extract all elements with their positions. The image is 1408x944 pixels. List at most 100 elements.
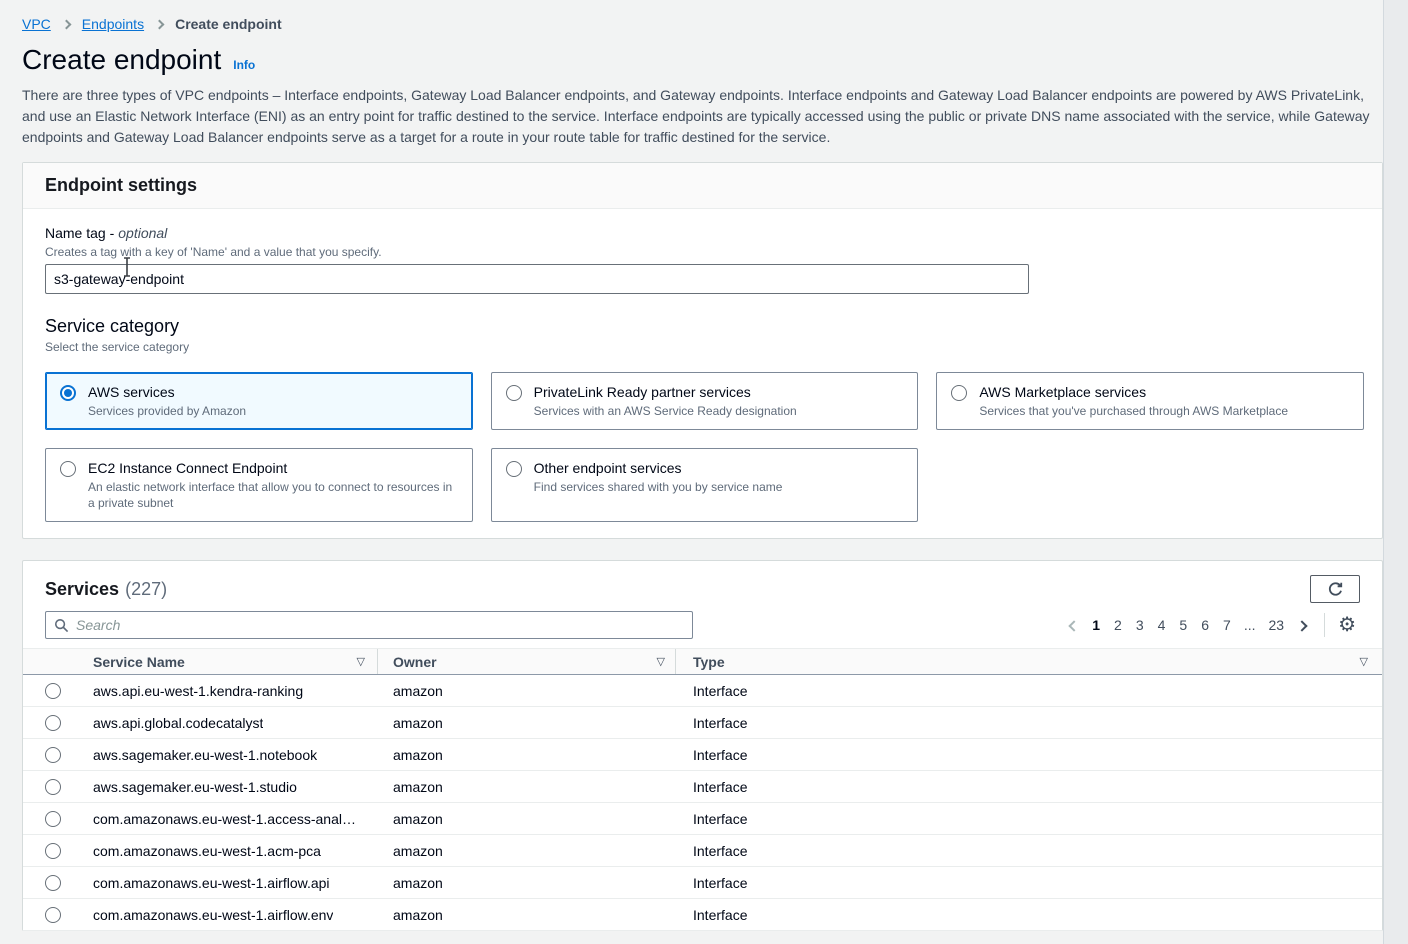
name-tag-label: Name tag -optional — [45, 225, 1360, 241]
search-box[interactable] — [45, 611, 693, 639]
endpoint-settings-panel: Endpoint settings Name tag -optional Cre… — [22, 162, 1383, 539]
cell-type: Interface — [693, 843, 747, 859]
endpoint-settings-header: Endpoint settings — [23, 163, 1382, 209]
cell-service-name: aws.sagemaker.eu-west-1.notebook — [93, 747, 317, 763]
row-radio[interactable] — [45, 715, 61, 731]
radio-checked-icon[interactable] — [60, 385, 76, 401]
filter-icon[interactable]: ▽ — [1360, 655, 1368, 668]
pagination-page-2[interactable]: 2 — [1107, 615, 1129, 635]
chevron-right-icon — [1296, 620, 1307, 631]
pagination-page-5[interactable]: 5 — [1172, 615, 1194, 635]
tile-title: Other endpoint services — [534, 460, 783, 476]
info-link[interactable]: Info — [233, 58, 255, 72]
column-label: Service Name — [93, 654, 185, 670]
pagination-prev-button[interactable] — [1063, 615, 1085, 635]
table-row[interactable]: aws.api.eu-west-1.kendra-ranking amazon … — [23, 675, 1382, 707]
breadcrumb: VPC Endpoints Create endpoint — [22, 16, 1383, 32]
table-row[interactable]: com.amazonaws.eu-west-1.airflow.api amaz… — [23, 867, 1382, 899]
preferences-gear-icon[interactable]: ⚙ — [1334, 615, 1360, 635]
table-row[interactable]: com.amazonaws.eu-west-1.airflow.env amaz… — [23, 899, 1382, 931]
cell-type: Interface — [693, 715, 747, 731]
pagination-page-7[interactable]: 7 — [1216, 615, 1238, 635]
tile-aws-services[interactable]: AWS services Services provided by Amazon — [45, 372, 473, 430]
column-label: Owner — [393, 654, 437, 670]
filter-icon[interactable]: ▽ — [657, 655, 665, 668]
toolbar-divider — [1324, 613, 1325, 637]
scrollbar-track[interactable] — [1383, 0, 1408, 944]
cell-owner: amazon — [393, 843, 443, 859]
tile-description: Find services shared with you by service… — [534, 479, 783, 495]
cell-owner: amazon — [393, 779, 443, 795]
tile-ec2-instance-connect-endpoint[interactable]: EC2 Instance Connect Endpoint An elastic… — [45, 448, 473, 522]
filter-icon[interactable]: ▽ — [357, 655, 365, 668]
row-radio[interactable] — [45, 779, 61, 795]
row-radio[interactable] — [45, 843, 61, 859]
cell-owner: amazon — [393, 811, 443, 827]
radio-icon[interactable] — [506, 461, 522, 477]
endpoint-settings-title: Endpoint settings — [45, 175, 1360, 196]
table-row[interactable]: aws.sagemaker.eu-west-1.studio amazon In… — [23, 771, 1382, 803]
pagination-page-6[interactable]: 6 — [1194, 615, 1216, 635]
row-radio[interactable] — [45, 907, 61, 923]
radio-icon[interactable] — [951, 385, 967, 401]
pagination-page-4[interactable]: 4 — [1151, 615, 1173, 635]
pagination-page-1[interactable]: 1 — [1085, 615, 1107, 635]
chevron-left-icon — [1069, 620, 1080, 631]
name-tag-help-text: Creates a tag with a key of 'Name' and a… — [45, 245, 1360, 259]
cell-owner: amazon — [393, 683, 443, 699]
tile-other-endpoint-services[interactable]: Other endpoint services Find services sh… — [491, 448, 919, 522]
row-radio[interactable] — [45, 683, 61, 699]
refresh-icon — [1327, 581, 1344, 598]
cell-service-name: aws.api.eu-west-1.kendra-ranking — [93, 683, 303, 699]
tile-title: PrivateLink Ready partner services — [534, 384, 797, 400]
breadcrumb-link-vpc[interactable]: VPC — [22, 16, 51, 32]
tile-description: Services with an AWS Service Ready desig… — [534, 403, 797, 419]
tile-aws-marketplace-services[interactable]: AWS Marketplace services Services that y… — [936, 372, 1364, 430]
tile-title: EC2 Instance Connect Endpoint — [88, 460, 458, 476]
tile-privatelink-partner-services[interactable]: PrivateLink Ready partner services Servi… — [491, 372, 919, 430]
table-row[interactable]: aws.sagemaker.eu-west-1.notebook amazon … — [23, 739, 1382, 771]
cell-type: Interface — [693, 683, 747, 699]
services-table: Service Name ▽ Owner ▽ Type ▽ aws.api.eu… — [23, 648, 1382, 931]
name-tag-optional-text: optional — [118, 225, 167, 241]
cell-type: Interface — [693, 907, 747, 923]
tile-description: An elastic network interface that allow … — [88, 479, 458, 511]
breadcrumb-link-endpoints[interactable]: Endpoints — [82, 16, 144, 32]
cell-owner: amazon — [393, 715, 443, 731]
table-row[interactable]: aws.api.global.codecatalyst amazon Inter… — [23, 707, 1382, 739]
pagination-page-3[interactable]: 3 — [1129, 615, 1151, 635]
tile-description: Services provided by Amazon — [88, 403, 246, 419]
radio-icon[interactable] — [506, 385, 522, 401]
column-header-owner[interactable]: Owner ▽ — [378, 649, 676, 674]
refresh-button[interactable] — [1310, 575, 1360, 603]
table-header-row: Service Name ▽ Owner ▽ Type ▽ — [23, 648, 1382, 675]
page-title: Create endpoint — [22, 44, 221, 76]
endpoint-settings-body: Name tag -optional Creates a tag with a … — [23, 209, 1382, 538]
service-category-group: Service category Select the service cate… — [45, 316, 1360, 522]
pagination-page-23[interactable]: 23 — [1261, 615, 1291, 635]
table-row[interactable]: com.amazonaws.eu-west-1.acm-pca amazon I… — [23, 835, 1382, 867]
radio-icon[interactable] — [60, 461, 76, 477]
column-label: Type — [693, 654, 725, 670]
cell-owner: amazon — [393, 747, 443, 763]
cell-service-name: com.amazonaws.eu-west-1.acm-pca — [93, 843, 321, 859]
table-row[interactable]: com.amazonaws.eu-west-1.access-anal… ama… — [23, 803, 1382, 835]
cell-type: Interface — [693, 811, 747, 827]
services-toolbar: 1 2 3 4 5 6 7 ... 23 ⚙ — [23, 611, 1382, 639]
breadcrumb-current: Create endpoint — [175, 16, 282, 32]
page-header: Create endpoint Info — [22, 44, 1383, 76]
breadcrumb-separator-icon — [61, 19, 71, 29]
pagination-ellipsis: ... — [1238, 615, 1262, 635]
services-title: Services — [45, 579, 119, 599]
column-header-service-name[interactable]: Service Name ▽ — [93, 649, 378, 674]
cell-service-name: aws.sagemaker.eu-west-1.studio — [93, 779, 297, 795]
name-tag-input[interactable] — [45, 264, 1029, 294]
service-category-description: Select the service category — [45, 340, 1360, 354]
column-header-type[interactable]: Type ▽ — [676, 654, 1382, 670]
search-input[interactable] — [76, 617, 684, 633]
cell-service-name: com.amazonaws.eu-west-1.airflow.api — [93, 875, 330, 891]
row-radio[interactable] — [45, 875, 61, 891]
row-radio[interactable] — [45, 811, 61, 827]
pagination-next-button[interactable] — [1291, 615, 1313, 635]
row-radio[interactable] — [45, 747, 61, 763]
